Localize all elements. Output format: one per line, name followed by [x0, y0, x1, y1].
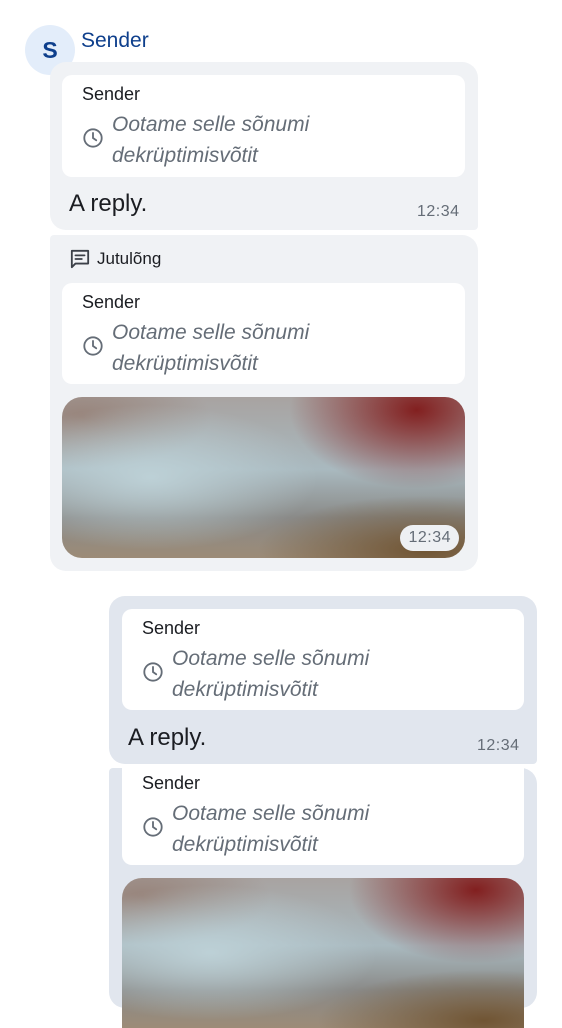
reply-sender: Sender: [82, 84, 141, 104]
blurred-image[interactable]: 12:34: [62, 397, 465, 558]
reply-text: Ootame selle sõnumi dekrüptimisvõtit: [172, 647, 370, 701]
message-text: A reply.: [128, 724, 207, 751]
reply-sender: Sender: [82, 292, 141, 312]
reply-sender: Sender: [142, 773, 201, 793]
reply-text: Ootame selle sõnumi dekrüptimisvõtit: [172, 802, 370, 856]
clock-icon: [143, 817, 163, 837]
message-bubble[interactable]: Sender Ootame selle sõnumi dekrüptimisvõ…: [109, 596, 537, 764]
message-timestamp: 12:34: [477, 737, 520, 754]
thread-label[interactable]: Jutulõng: [97, 248, 161, 270]
sender-name[interactable]: Sender: [81, 28, 149, 54]
message-timestamp: 12:34: [417, 203, 460, 220]
blurred-image[interactable]: [122, 878, 524, 1028]
reply-sender: Sender: [142, 618, 201, 638]
message-timestamp: 12:34: [400, 525, 459, 551]
message-bubble[interactable]: Sender Ootame selle sõnumi dekrüptimisvõ…: [50, 62, 478, 230]
thread-icon: [70, 249, 90, 269]
avatar-letter: S: [42, 36, 58, 63]
clock-icon: [83, 336, 103, 356]
clock-icon: [143, 662, 163, 682]
reply-text: Ootame selle sõnumi dekrüptimisvõtit: [112, 321, 310, 375]
clock-icon: [83, 128, 103, 148]
message-bubble[interactable]: Sender Ootame selle sõnumi dekrüptimisvõ…: [109, 768, 537, 1028]
reply-preview[interactable]: Sender Ootame selle sõnumi dekrüptimisvõ…: [122, 768, 524, 865]
reply-text: Ootame selle sõnumi dekrüptimisvõtit: [112, 113, 310, 167]
reply-preview[interactable]: Sender Ootame selle sõnumi dekrüptimisvõ…: [62, 75, 465, 177]
reply-preview[interactable]: Sender Ootame selle sõnumi dekrüptimisvõ…: [62, 283, 465, 384]
message-text: A reply.: [69, 190, 148, 217]
reply-preview[interactable]: Sender Ootame selle sõnumi dekrüptimisvõ…: [122, 609, 524, 710]
